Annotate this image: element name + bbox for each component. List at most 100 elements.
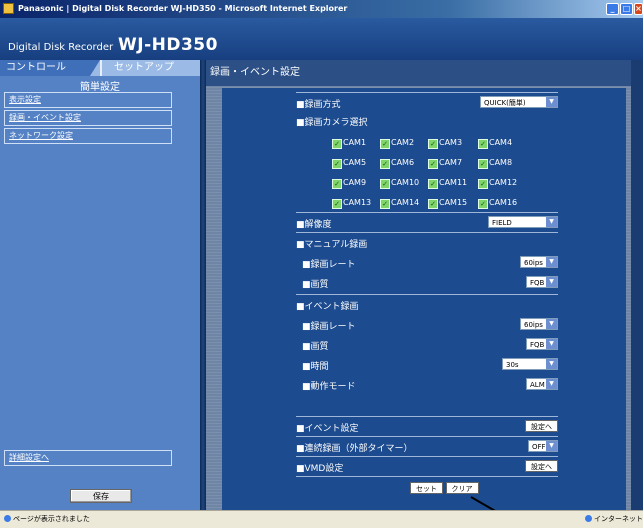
vmd-settings-button[interactable]: 設定へ bbox=[525, 460, 558, 472]
advanced-settings-link[interactable]: 詳細設定へ bbox=[4, 450, 172, 466]
camera-label: CAM2 bbox=[391, 138, 415, 147]
resolution-select[interactable]: FIELD ▼ bbox=[488, 216, 558, 228]
checkbox-checked-icon: ✓ bbox=[380, 159, 390, 169]
rec-method-select[interactable]: QUICK(簡単) ▼ bbox=[480, 96, 558, 108]
chevron-down-icon: ▼ bbox=[546, 339, 557, 349]
vmd-row: ■VMD設定 設定へ bbox=[296, 458, 558, 476]
camera-label: CAM8 bbox=[489, 158, 513, 167]
event-quality-select[interactable]: FQB ▼ bbox=[526, 338, 558, 350]
rec-method-row: ■録画方式 QUICK(簡単) ▼ bbox=[296, 94, 558, 112]
checkbox-checked-icon: ✓ bbox=[478, 139, 488, 149]
sidebar: 簡単設定 表示設定 録画・イベント設定 ネットワーク設定 詳細設定へ 保存 bbox=[0, 76, 200, 510]
rec-method-label: ■録画方式 bbox=[296, 100, 341, 110]
camera-checkbox-2[interactable]: ✓ CAM2 bbox=[380, 138, 414, 149]
manual-rate-label: ■録画レート bbox=[302, 260, 356, 270]
camera-checkbox-6[interactable]: ✓ CAM6 bbox=[380, 158, 414, 169]
chevron-down-icon: ▼ bbox=[546, 359, 557, 369]
checkbox-checked-icon: ✓ bbox=[380, 199, 390, 209]
divider-line bbox=[296, 436, 558, 437]
recorder-app: Digital Disk Recorder WJ-HD350 コントロール セッ… bbox=[0, 18, 643, 512]
divider-line bbox=[296, 212, 558, 213]
event-time-value: 30s bbox=[506, 361, 519, 369]
camera-checkbox-12[interactable]: ✓ CAM12 bbox=[478, 178, 517, 189]
resolution-row: ■解像度 FIELD ▼ bbox=[296, 214, 558, 232]
camera-label: CAM7 bbox=[439, 158, 463, 167]
continuous-rec-row: ■連続録画（外部タイマー） OFF ▼ bbox=[296, 438, 558, 456]
checkbox-checked-icon: ✓ bbox=[428, 139, 438, 149]
camera-checkbox-1[interactable]: ✓ CAM1 bbox=[332, 138, 366, 149]
camera-checkbox-7[interactable]: ✓ CAM7 bbox=[428, 158, 462, 169]
camera-checkbox-9[interactable]: ✓ CAM9 bbox=[332, 178, 366, 189]
sidebar-item-recording-event[interactable]: 録画・イベント設定 bbox=[4, 110, 172, 126]
camera-checkbox-10[interactable]: ✓ CAM10 bbox=[380, 178, 419, 189]
camera-checkbox-11[interactable]: ✓ CAM11 bbox=[428, 178, 467, 189]
close-button[interactable]: × bbox=[634, 3, 643, 15]
camera-checkbox-16[interactable]: ✓ CAM16 bbox=[478, 198, 517, 209]
checkbox-checked-icon: ✓ bbox=[380, 139, 390, 149]
checkbox-checked-icon: ✓ bbox=[332, 159, 342, 169]
sidebar-section-title: 簡単設定 bbox=[80, 82, 120, 93]
maximize-button[interactable]: □ bbox=[620, 3, 633, 15]
zone-text: インターネット bbox=[594, 515, 643, 523]
page-icon bbox=[4, 515, 11, 522]
camera-label: CAM15 bbox=[439, 198, 468, 207]
event-rec-row: ■イベント録画 bbox=[296, 296, 558, 314]
event-quality-row: ■画質 FQB ▼ bbox=[296, 336, 558, 354]
tab-control[interactable]: コントロール bbox=[0, 60, 100, 76]
event-mode-select[interactable]: ALM ▼ bbox=[526, 378, 558, 390]
checkbox-checked-icon: ✓ bbox=[332, 179, 342, 189]
continuous-rec-value: OFF bbox=[532, 443, 546, 451]
camera-checkbox-4[interactable]: ✓ CAM4 bbox=[478, 138, 512, 149]
checkbox-checked-icon: ✓ bbox=[332, 199, 342, 209]
sidebar-item-display[interactable]: 表示設定 bbox=[4, 92, 172, 108]
camera-checkbox-14[interactable]: ✓ CAM14 bbox=[380, 198, 419, 209]
content-pane: 録画・イベント設定 ■録画方式 QUICK(簡単) ▼ ■録画カメラ選択 ✓ CA… bbox=[206, 60, 643, 512]
scrollbar[interactable] bbox=[631, 60, 643, 510]
camera-label: CAM14 bbox=[391, 198, 420, 207]
camera-checkbox-8[interactable]: ✓ CAM8 bbox=[478, 158, 512, 169]
event-time-label: ■時間 bbox=[302, 362, 329, 372]
camera-label: CAM11 bbox=[439, 178, 468, 187]
chevron-down-icon: ▼ bbox=[546, 97, 557, 107]
tab-setup[interactable]: セットアップ bbox=[90, 60, 200, 76]
set-button[interactable]: セット bbox=[410, 482, 443, 494]
manual-rate-select[interactable]: 60ips ▼ bbox=[520, 256, 558, 268]
manual-quality-select[interactable]: FQB ▼ bbox=[526, 276, 558, 288]
page-title: 録画・イベント設定 bbox=[206, 60, 643, 86]
checkbox-checked-icon: ✓ bbox=[332, 139, 342, 149]
save-button[interactable]: 保存 bbox=[70, 489, 132, 503]
sidebar-item-network[interactable]: ネットワーク設定 bbox=[4, 128, 172, 144]
camera-checkbox-3[interactable]: ✓ CAM3 bbox=[428, 138, 462, 149]
checkbox-checked-icon: ✓ bbox=[478, 199, 488, 209]
window-titlebar: Panasonic | Digital Disk Recorder WJ-HD3… bbox=[0, 0, 643, 18]
camera-checkbox-15[interactable]: ✓ CAM15 bbox=[428, 198, 467, 209]
continuous-rec-select[interactable]: OFF ▼ bbox=[528, 440, 558, 452]
chevron-down-icon: ▼ bbox=[546, 379, 557, 389]
manual-rec-label: ■マニュアル録画 bbox=[296, 240, 368, 250]
settings-form: ■録画方式 QUICK(簡単) ▼ ■録画カメラ選択 ✓ CAM1 ✓ CAM2 ✓ CA… bbox=[222, 88, 626, 512]
checkbox-checked-icon: ✓ bbox=[428, 199, 438, 209]
clear-button[interactable]: クリア bbox=[445, 482, 479, 494]
rec-method-value: QUICK(簡単) bbox=[484, 99, 526, 107]
manual-quality-label: ■画質 bbox=[302, 280, 329, 290]
ie-app-icon bbox=[3, 3, 14, 14]
event-rate-row: ■録画レート 60ips ▼ bbox=[296, 316, 558, 334]
event-mode-row: ■動作モード ALM ▼ bbox=[296, 376, 558, 394]
divider-line bbox=[296, 416, 558, 417]
resolution-value: FIELD bbox=[492, 219, 512, 227]
event-quality-value: FQB bbox=[530, 341, 545, 349]
event-time-select[interactable]: 30s ▼ bbox=[502, 358, 558, 370]
divider-line bbox=[296, 456, 558, 457]
manual-quality-row: ■画質 FQB ▼ bbox=[296, 274, 558, 292]
camera-checkbox-5[interactable]: ✓ CAM5 bbox=[332, 158, 366, 169]
checkbox-checked-icon: ✓ bbox=[380, 179, 390, 189]
camera-checkbox-13[interactable]: ✓ CAM13 bbox=[332, 198, 371, 209]
divider-line bbox=[296, 294, 558, 295]
brand-model: WJ-HD350 bbox=[118, 35, 218, 55]
checkbox-checked-icon: ✓ bbox=[478, 179, 488, 189]
camera-label: CAM6 bbox=[391, 158, 415, 167]
event-mode-value: ALM bbox=[530, 381, 545, 389]
event-rate-select[interactable]: 60ips ▼ bbox=[520, 318, 558, 330]
event-settings-button[interactable]: 設定へ bbox=[525, 420, 558, 432]
minimize-button[interactable]: _ bbox=[606, 3, 619, 15]
